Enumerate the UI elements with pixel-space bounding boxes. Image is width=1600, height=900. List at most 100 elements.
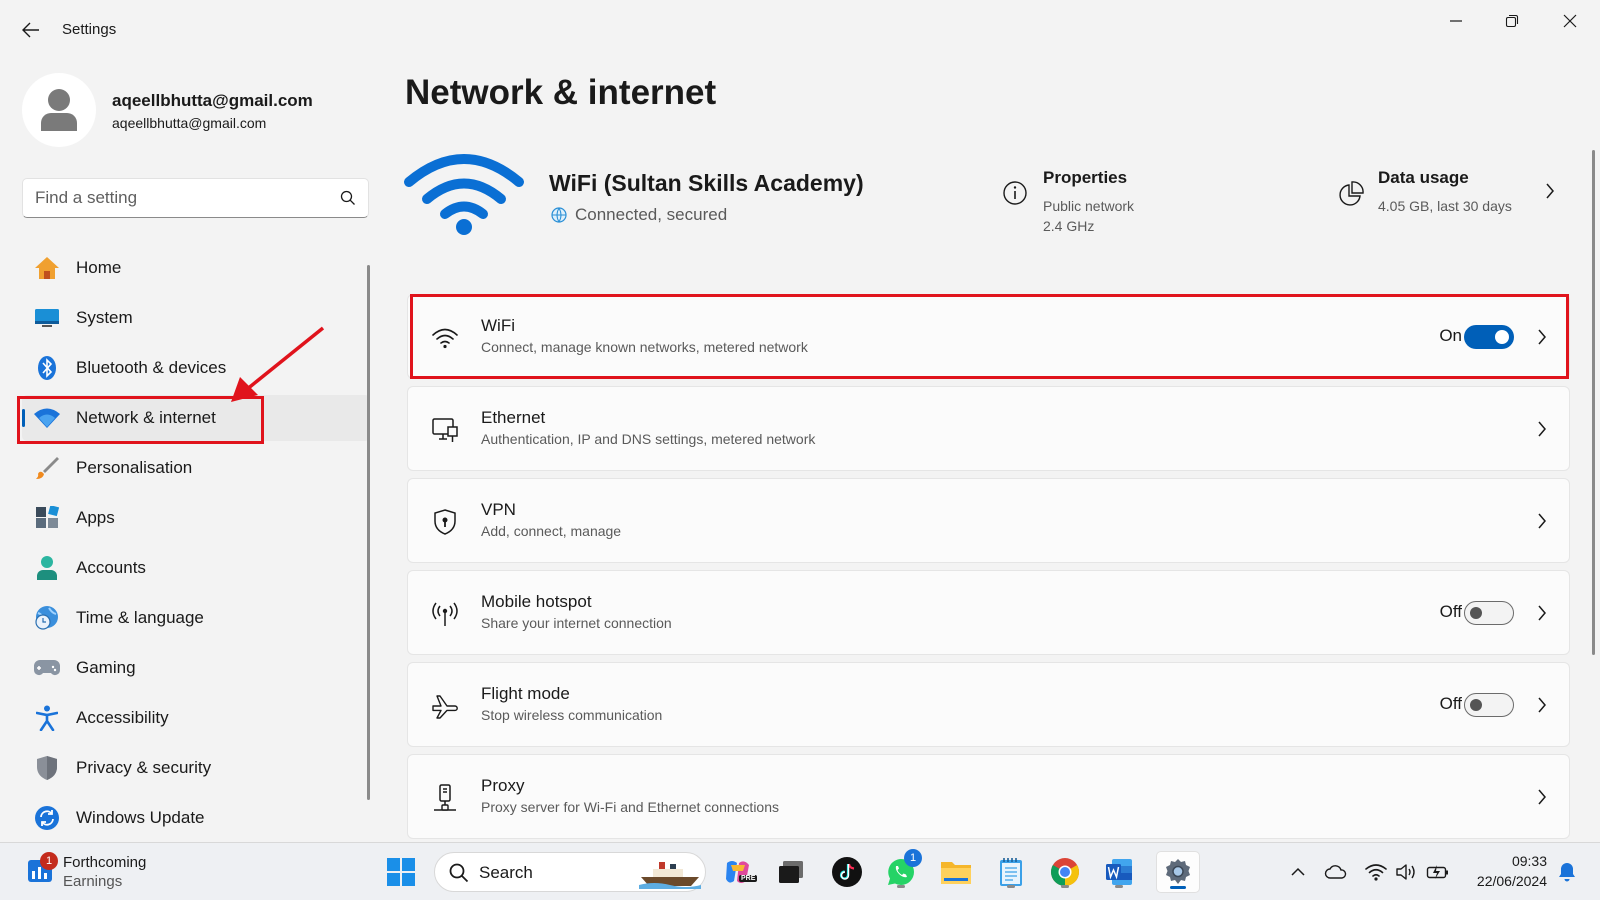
- speaker-icon: [1396, 864, 1415, 880]
- search-input[interactable]: [35, 187, 325, 209]
- card-subtitle: Authentication, IP and DNS settings, met…: [481, 431, 816, 447]
- card-title: WiFi: [481, 316, 515, 335]
- chevron-right-icon: [1538, 513, 1546, 529]
- word-icon: [1106, 859, 1132, 885]
- battery-tray[interactable]: [1426, 861, 1450, 883]
- taskbar-search[interactable]: Search: [434, 852, 706, 892]
- annotation-arrow-icon: [231, 326, 325, 402]
- bluetooth-icon: [32, 355, 62, 381]
- chevron-right-icon: [1538, 697, 1546, 713]
- chrome-icon: [1051, 858, 1079, 886]
- sidebar-item-gaming[interactable]: Gaming: [22, 645, 370, 691]
- close-button[interactable]: [1548, 6, 1592, 36]
- connection-status: Connected, secured: [551, 205, 727, 225]
- volume-tray[interactable]: [1395, 861, 1419, 883]
- onedrive-tray[interactable]: [1324, 861, 1348, 883]
- whatsapp-app[interactable]: 1: [882, 849, 922, 891]
- person-icon: [32, 555, 62, 581]
- apps-icon: [32, 505, 62, 531]
- taskbar-clock[interactable]: 09:33 22/06/2024: [1462, 851, 1547, 891]
- network-tray[interactable]: [1364, 861, 1388, 883]
- user-profile[interactable]: aqeellbhutta@gmail.com aqeellbhutta@gmai…: [22, 73, 362, 148]
- task-view-button[interactable]: [772, 853, 810, 891]
- restore-button[interactable]: [1490, 6, 1534, 36]
- back-button[interactable]: [16, 16, 46, 44]
- properties-details: Public network 2.4 GHz: [1043, 196, 1134, 236]
- battery-charging-icon: [1426, 865, 1448, 879]
- wifi-toggle-state: On: [1439, 326, 1462, 345]
- airplane-icon: [430, 691, 460, 721]
- hotspot-toggle[interactable]: [1464, 601, 1514, 625]
- avatar: [22, 73, 96, 147]
- network-profile-type: Public network: [1043, 198, 1135, 214]
- title-bar: Settings: [0, 0, 1600, 60]
- start-button[interactable]: [382, 853, 420, 891]
- notepad-icon: [1000, 858, 1022, 886]
- sidebar-item-apps[interactable]: Apps: [22, 495, 370, 541]
- notifications-button[interactable]: [1555, 861, 1579, 883]
- file-explorer-app[interactable]: [937, 853, 975, 891]
- notepad-app[interactable]: [992, 853, 1030, 891]
- copilot-app[interactable]: PRE: [719, 853, 758, 891]
- flight-mode-toggle[interactable]: [1464, 693, 1514, 717]
- chevron-right-icon: [1538, 789, 1546, 805]
- ethernet-icon: [430, 415, 460, 445]
- card-subtitle: Add, connect, manage: [481, 523, 622, 539]
- sidebar-item-label: Privacy & security: [76, 758, 212, 777]
- copilot-icon: [726, 861, 749, 883]
- windows-logo-icon: [387, 858, 415, 886]
- task-view-icon: [779, 861, 803, 883]
- sidebar-item-time-language[interactable]: Time & language: [22, 595, 370, 641]
- flight-mode-card[interactable]: Flight mode Stop wireless communication …: [407, 662, 1570, 747]
- back-arrow-icon: [22, 22, 39, 38]
- vpn-settings-card[interactable]: VPN Add, connect, manage: [407, 478, 1570, 563]
- hotspot-icon: [430, 599, 460, 629]
- sidebar-item-label: Apps: [76, 508, 115, 527]
- chevron-right-icon: [1538, 605, 1546, 621]
- sidebar-item-label: Bluetooth & devices: [76, 358, 227, 377]
- sidebar-item-label: Windows Update: [76, 808, 205, 827]
- proxy-settings-card[interactable]: Proxy Proxy server for Wi-Fi and Etherne…: [407, 754, 1570, 839]
- search-icon: [449, 863, 469, 883]
- wifi-toggle[interactable]: [1464, 325, 1514, 349]
- card-subtitle: Stop wireless communication: [481, 707, 663, 723]
- shield-icon: [32, 755, 62, 781]
- clock-date: 22/06/2024: [1476, 873, 1547, 889]
- wifi-settings-card[interactable]: WiFi Connect, manage known networks, met…: [407, 294, 1570, 379]
- folder-icon: [941, 862, 971, 884]
- sidebar-item-home[interactable]: Home: [22, 245, 370, 291]
- sidebar-item-windows-update[interactable]: Windows Update: [22, 795, 370, 841]
- taskbar-search-label: Search: [479, 863, 533, 882]
- chevron-right-icon[interactable]: [1545, 183, 1555, 199]
- sidebar-scrollbar[interactable]: [367, 265, 370, 800]
- card-title: Mobile hotspot: [481, 592, 592, 611]
- sidebar-item-privacy-security[interactable]: Privacy & security: [22, 745, 370, 791]
- sidebar-item-accessibility[interactable]: Accessibility: [22, 695, 370, 741]
- cloud-icon: [1324, 865, 1347, 879]
- search-icon[interactable]: [340, 190, 356, 206]
- sidebar-item-personalisation[interactable]: Personalisation: [22, 445, 370, 491]
- running-indicator: [1115, 885, 1123, 888]
- widgets-button[interactable]: 1 Forthcoming Earnings: [24, 851, 174, 893]
- sidebar-item-accounts[interactable]: Accounts: [22, 545, 370, 591]
- card-title: Ethernet: [481, 408, 546, 427]
- data-usage-title: Data usage: [1378, 168, 1469, 187]
- brush-icon: [32, 455, 62, 481]
- ethernet-settings-card[interactable]: Ethernet Authentication, IP and DNS sett…: [407, 386, 1570, 471]
- clock-time: 09:33: [1511, 853, 1547, 869]
- find-setting-search[interactable]: [22, 178, 369, 218]
- settings-app[interactable]: [1156, 851, 1200, 893]
- content-scrollbar[interactable]: [1592, 150, 1595, 655]
- show-hidden-icons-button[interactable]: [1286, 861, 1310, 883]
- widget-badge: 1: [40, 852, 58, 870]
- minimize-icon: [1450, 20, 1462, 22]
- mobile-hotspot-card[interactable]: Mobile hotspot Share your internet conne…: [407, 570, 1570, 655]
- person-avatar-icon: [41, 89, 77, 131]
- gamepad-icon: [32, 655, 62, 681]
- whatsapp-badge: 1: [904, 849, 922, 867]
- tiktok-app[interactable]: [828, 853, 866, 891]
- chrome-app[interactable]: [1046, 853, 1084, 891]
- minimize-button[interactable]: [1434, 6, 1478, 36]
- data-usage-detail: 4.05 GB, last 30 days: [1378, 198, 1512, 214]
- word-app[interactable]: [1100, 853, 1138, 891]
